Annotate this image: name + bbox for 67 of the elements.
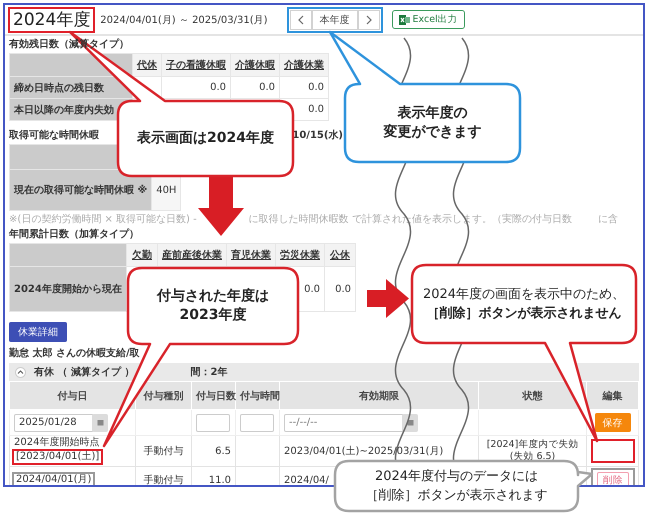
validity-period: 間：2年: [190, 366, 228, 379]
hours-input[interactable]: [240, 414, 274, 432]
grant-days: 11.0: [208, 474, 231, 485]
reference-date: 10/15(水): [292, 130, 343, 142]
column-header[interactable]: 子の看護休暇: [162, 54, 230, 76]
column-header: 編集: [586, 382, 638, 410]
grant-days: 6.5: [215, 446, 231, 456]
column-header[interactable]: 介護休業: [280, 54, 328, 76]
grant-date: [2023/04/01(土)]: [12, 449, 104, 465]
column-header[interactable]: 公休: [324, 244, 356, 266]
row-header: 現在の取得可能な時間休暇 ※: [10, 170, 152, 210]
date-input[interactable]: 2025/01/28: [14, 414, 94, 432]
chevron-right-icon: [366, 14, 372, 24]
column-header: 有効期限: [280, 382, 478, 410]
next-year-button[interactable]: [358, 10, 380, 30]
table-cell: 0.0: [324, 266, 356, 312]
column-header: 付与日: [10, 382, 136, 410]
table-cell: 0.0: [230, 76, 280, 98]
table-cell: 0.0: [280, 76, 328, 98]
column-header[interactable]: 介護休暇: [230, 54, 280, 76]
callout-text: 変更ができます: [384, 123, 482, 142]
callout-text: ［削除］ボタンが表示されません: [426, 305, 622, 323]
table-cell: 0.0: [162, 76, 230, 98]
excel-export-button[interactable]: Excel出力: [392, 10, 465, 29]
expiry-date-input[interactable]: --/--/--: [284, 414, 404, 432]
previous-year-button[interactable]: [290, 10, 312, 30]
current-year-button[interactable]: 本年度: [312, 10, 358, 30]
column-header: 付与日数: [192, 382, 236, 410]
grant-type: 手動付与: [144, 475, 184, 485]
callout-text: 付与された年度は: [157, 287, 269, 306]
section-title: 取得可能な時間休暇: [9, 130, 99, 142]
leave-detail-button[interactable]: 休業詳細: [9, 322, 67, 342]
footnote-text: に含: [598, 214, 618, 226]
section-title: 年間累計日数（加算タイプ）: [9, 229, 139, 241]
callout-text: ［削除］ボタンが表示されます: [366, 487, 548, 505]
year-title: 2024年度: [8, 6, 96, 32]
calendar-icon: [406, 419, 414, 426]
callout-text: 2023年度: [180, 306, 246, 325]
spreadsheet-icon: [398, 14, 410, 24]
calendar-icon: [96, 419, 104, 426]
period-range: 2024/04/01(月) ～ 2025/03/31(月): [100, 14, 268, 26]
days-input[interactable]: [196, 414, 230, 432]
grant-date: 2024/04/01(月): [12, 472, 96, 485]
validity-range: 2024/04/: [284, 474, 329, 485]
row-header: 2024年度開始から現在: [10, 266, 126, 312]
grant-type: 手動付与: [144, 446, 184, 457]
column-header[interactable]: 欠勤: [126, 244, 158, 266]
panel-title: 有休 （ 減算タイプ ）: [34, 365, 134, 379]
right-arrow: [367, 279, 409, 318]
column-header[interactable]: 労災休業: [276, 244, 324, 266]
callout-text: 2024年度付与のデータには: [374, 468, 538, 486]
delete-button[interactable]: 削除: [597, 472, 629, 485]
column-header[interactable]: 育児休業: [226, 244, 276, 266]
collapse-icon[interactable]: [15, 366, 26, 378]
footnote-text: ※(日の契約労働時間 × 取得可能な日数) -: [9, 214, 197, 226]
callout-text: 表示画面は2024年度: [137, 129, 274, 148]
column-header: 付与時間: [236, 382, 280, 410]
callout-text: 表示年度の: [398, 104, 468, 123]
column-header: 付与種別: [136, 382, 192, 410]
employee-leave-heading: 勤怠 太郎 さんの休暇支給/取: [9, 348, 140, 359]
status-text: [2024]年度内で失効: [486, 439, 578, 450]
grant-date-note: 2024年度開始時点: [14, 437, 100, 448]
callout-text: 2024年度の画面を表示中のため、: [422, 286, 626, 304]
column-header[interactable]: 産前産後休業: [158, 244, 226, 266]
column-header[interactable]: 代休: [132, 54, 162, 76]
chevron-left-icon: [298, 14, 304, 24]
status-text: (失効 6.5): [510, 451, 556, 462]
